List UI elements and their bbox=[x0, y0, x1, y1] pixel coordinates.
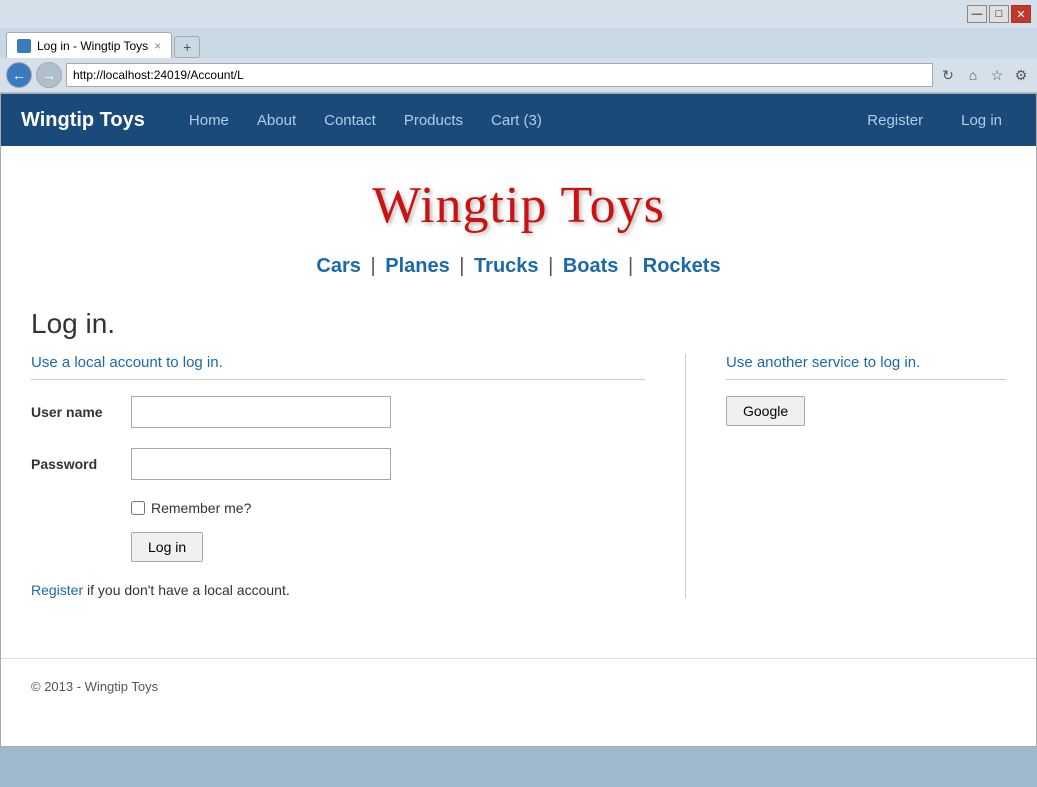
settings-icon[interactable]: ⚙ bbox=[1011, 65, 1031, 85]
new-tab-button[interactable]: + bbox=[174, 36, 200, 58]
home-icon[interactable]: ⌂ bbox=[963, 65, 983, 85]
title-bar-buttons: — □ ✕ bbox=[967, 5, 1031, 23]
nav-products[interactable]: Products bbox=[390, 94, 477, 146]
maximize-button[interactable]: □ bbox=[989, 5, 1009, 23]
local-subtitle: Use a local account to log in. bbox=[31, 354, 645, 380]
footer-text: © 2013 - Wingtip Toys bbox=[31, 679, 158, 694]
navbar: Wingtip Toys Home About Contact Products… bbox=[1, 94, 1036, 146]
browser-chrome: — □ ✕ Log in - Wingtip Toys × + ← → ↻ ⌂ … bbox=[0, 0, 1037, 93]
nav-right: Register Log in bbox=[853, 94, 1016, 146]
nav-brand[interactable]: Wingtip Toys bbox=[21, 109, 145, 132]
tab-close-button[interactable]: × bbox=[154, 39, 161, 53]
login-section: Log in. Use a local account to log in. U… bbox=[1, 298, 1036, 618]
forward-button[interactable]: → bbox=[36, 62, 62, 88]
star-icon[interactable]: ☆ bbox=[987, 65, 1007, 85]
username-label: User name bbox=[31, 404, 131, 420]
address-bar: ← → ↻ ⌂ ☆ ⚙ bbox=[0, 58, 1037, 92]
login-service: Use another service to log in. Google bbox=[706, 354, 1006, 598]
category-nav: Cars | Planes | Trucks | Boats | Rockets bbox=[1, 245, 1036, 298]
cat-rockets[interactable]: Rockets bbox=[643, 255, 721, 277]
username-group: User name bbox=[31, 396, 645, 428]
website: Wingtip Toys Home About Contact Products… bbox=[0, 93, 1037, 747]
login-title: Log in. bbox=[31, 308, 1006, 340]
nav-contact[interactable]: Contact bbox=[310, 94, 390, 146]
browser-tab[interactable]: Log in - Wingtip Toys × bbox=[6, 32, 172, 58]
password-group: Password bbox=[31, 448, 645, 480]
tab-favicon bbox=[17, 39, 31, 53]
login-local: Use a local account to log in. User name… bbox=[31, 354, 686, 598]
minimize-button[interactable]: — bbox=[967, 5, 987, 23]
remember-label: Remember me? bbox=[151, 500, 251, 516]
nav-login[interactable]: Log in bbox=[947, 94, 1016, 146]
cat-sep-3: | bbox=[548, 255, 553, 277]
browser-icons: ⌂ ☆ ⚙ bbox=[963, 65, 1031, 85]
title-bar: — □ ✕ bbox=[0, 0, 1037, 28]
username-input[interactable] bbox=[131, 396, 391, 428]
tab-title: Log in - Wingtip Toys bbox=[37, 39, 148, 53]
password-label: Password bbox=[31, 456, 131, 472]
refresh-button[interactable]: ↻ bbox=[937, 64, 959, 86]
back-button[interactable]: ← bbox=[6, 62, 32, 88]
nav-cart[interactable]: Cart (3) bbox=[477, 94, 556, 146]
cat-trucks[interactable]: Trucks bbox=[474, 255, 538, 277]
remember-row: Remember me? bbox=[131, 500, 645, 516]
register-link[interactable]: Register bbox=[31, 582, 83, 598]
footer: © 2013 - Wingtip Toys bbox=[1, 658, 1036, 714]
page-content: Wingtip Toys Cars | Planes | Trucks | Bo… bbox=[1, 146, 1036, 746]
cat-sep-2: | bbox=[459, 255, 464, 277]
cat-cars[interactable]: Cars bbox=[316, 255, 360, 277]
cat-sep-4: | bbox=[628, 255, 633, 277]
login-button[interactable]: Log in bbox=[131, 532, 203, 562]
remember-checkbox[interactable] bbox=[131, 501, 145, 515]
google-button[interactable]: Google bbox=[726, 396, 805, 426]
register-text: if you don't have a local account. bbox=[83, 582, 290, 598]
cat-planes[interactable]: Planes bbox=[385, 255, 449, 277]
close-button[interactable]: ✕ bbox=[1011, 5, 1031, 23]
cat-boats[interactable]: Boats bbox=[563, 255, 619, 277]
login-row: Use a local account to log in. User name… bbox=[31, 354, 1006, 598]
nav-about[interactable]: About bbox=[243, 94, 310, 146]
service-subtitle: Use another service to log in. bbox=[726, 354, 1006, 380]
nav-home[interactable]: Home bbox=[175, 94, 243, 146]
hero-title: Wingtip Toys bbox=[1, 146, 1036, 245]
tab-bar: Log in - Wingtip Toys × + bbox=[0, 28, 1037, 58]
password-input[interactable] bbox=[131, 448, 391, 480]
address-input[interactable] bbox=[66, 63, 933, 87]
nav-links: Home About Contact Products Cart (3) bbox=[175, 94, 853, 146]
register-line: Register if you don't have a local accou… bbox=[31, 582, 645, 598]
cat-sep-1: | bbox=[370, 255, 375, 277]
nav-register[interactable]: Register bbox=[853, 94, 937, 146]
